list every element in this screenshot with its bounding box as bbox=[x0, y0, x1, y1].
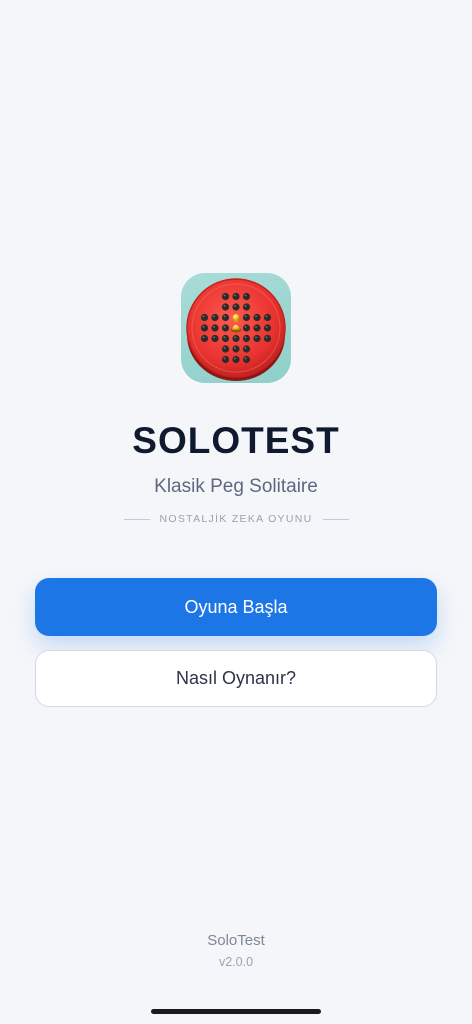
peg-highlight bbox=[255, 325, 257, 328]
peg bbox=[242, 345, 251, 353]
start-game-button[interactable]: Oyuna Başla bbox=[35, 578, 437, 636]
peg bbox=[263, 334, 272, 343]
peg-highlight bbox=[223, 346, 226, 349]
peg bbox=[221, 355, 230, 364]
peg bbox=[242, 303, 251, 311]
tagline: NOSTALJİK ZEKA OYUNU bbox=[159, 513, 313, 525]
peg bbox=[211, 313, 219, 322]
peg bbox=[221, 303, 230, 311]
peg bbox=[232, 334, 240, 343]
peg-highlight bbox=[244, 304, 247, 307]
peg-highlight bbox=[244, 346, 247, 349]
peg bbox=[253, 324, 261, 332]
peg-solitaire-board-icon bbox=[181, 273, 291, 383]
peg-highlight bbox=[223, 315, 226, 318]
peg-highlight bbox=[234, 336, 236, 339]
start-screen: SOLOTEST Klasik Peg Solitaire NOSTALJİK … bbox=[0, 0, 472, 1024]
peg-highlight bbox=[223, 357, 226, 360]
peg-highlight bbox=[213, 336, 215, 339]
peg-highlight bbox=[244, 315, 247, 318]
peg-highlight bbox=[223, 294, 226, 297]
peg-highlight bbox=[265, 325, 268, 328]
peg bbox=[263, 313, 272, 322]
peg bbox=[221, 334, 230, 343]
peg bbox=[232, 355, 240, 364]
peg bbox=[221, 292, 230, 301]
peg-highlight bbox=[244, 325, 247, 328]
peg bbox=[221, 345, 230, 353]
peg bbox=[232, 303, 240, 311]
footer-version: v2.0.0 bbox=[218, 955, 254, 969]
peg-highlight bbox=[244, 357, 247, 360]
peg-highlight bbox=[202, 315, 205, 318]
peg-highlight bbox=[234, 304, 236, 307]
peg bbox=[253, 334, 261, 343]
peg bbox=[232, 345, 240, 353]
peg-highlight bbox=[234, 357, 236, 360]
peg bbox=[242, 355, 251, 364]
divider-line-left bbox=[123, 518, 150, 520]
peg bbox=[221, 324, 230, 332]
peg-highlight bbox=[213, 315, 215, 318]
peg-highlight bbox=[265, 315, 268, 318]
peg-highlight bbox=[244, 294, 247, 297]
peg-highlight bbox=[223, 325, 226, 328]
peg bbox=[200, 334, 209, 343]
peg-highlight bbox=[223, 336, 226, 339]
app-subtitle: Klasik Peg Solitaire bbox=[154, 476, 318, 497]
app-title: SOLOTEST bbox=[132, 420, 340, 461]
peg bbox=[242, 292, 251, 301]
peg-highlight bbox=[244, 336, 247, 339]
peg-highlight bbox=[213, 325, 215, 328]
tagline-row: NOSTALJİK ZEKA OYUNU bbox=[0, 511, 472, 527]
peg bbox=[200, 313, 209, 322]
peg bbox=[242, 324, 251, 332]
peg-highlight bbox=[255, 336, 257, 339]
peg-highlight bbox=[223, 304, 226, 307]
peg bbox=[263, 324, 272, 332]
peg-highlight bbox=[255, 315, 257, 318]
peg bbox=[232, 292, 240, 301]
peg bbox=[211, 324, 219, 332]
peg bbox=[242, 334, 251, 343]
peg-highlight bbox=[202, 325, 205, 328]
how-to-play-button[interactable]: Nasıl Oynanır? bbox=[35, 650, 437, 707]
home-indicator[interactable] bbox=[151, 1009, 321, 1014]
peg-highlight bbox=[234, 294, 236, 297]
peg-highlight bbox=[202, 336, 205, 339]
peg-highlight bbox=[234, 346, 236, 349]
peg bbox=[253, 313, 261, 322]
divider-line-right bbox=[322, 518, 349, 520]
peg bbox=[211, 334, 219, 343]
peg bbox=[200, 324, 209, 332]
peg-highlight bbox=[265, 336, 268, 339]
footer-app-name: SoloTest bbox=[207, 932, 265, 949]
peg bbox=[221, 313, 230, 322]
peg bbox=[242, 313, 251, 322]
